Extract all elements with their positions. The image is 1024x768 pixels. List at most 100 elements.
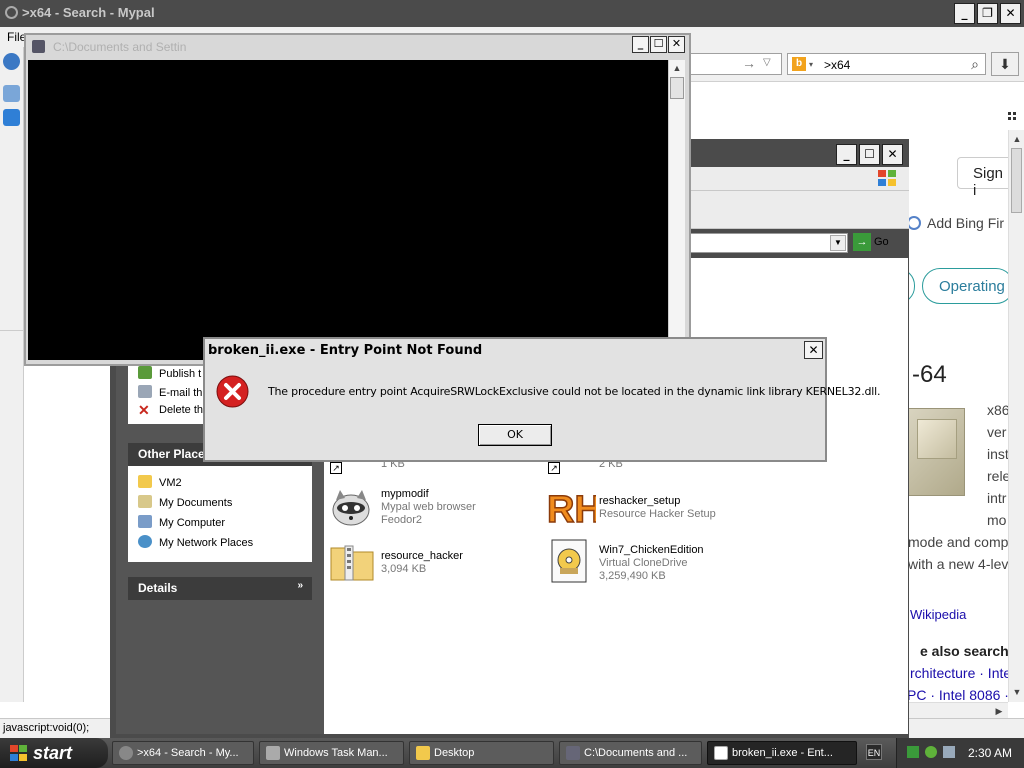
scroll-up-icon[interactable]: ▲ bbox=[1010, 132, 1024, 146]
search-input[interactable]: >x64 bbox=[824, 58, 850, 72]
taskbar-button-error-dialog[interactable]: broken_ii.exe - Ent... bbox=[707, 741, 857, 765]
other-places-box: VM2 My Documents My Computer My Network … bbox=[128, 466, 312, 562]
volume-tray-icon[interactable] bbox=[943, 746, 955, 758]
explorer-maximize-button[interactable]: ☐ bbox=[859, 144, 880, 165]
browser-restore-button[interactable]: ❐ bbox=[977, 3, 998, 24]
file-description: Virtual CloneDrive bbox=[599, 557, 688, 569]
task-delete[interactable]: ✕ Delete th bbox=[138, 402, 203, 418]
clock[interactable]: 2:30 AM bbox=[968, 746, 1012, 760]
console-output-area[interactable] bbox=[28, 60, 668, 360]
file-description: Mypal web browser bbox=[381, 501, 476, 513]
language-indicator[interactable]: EN bbox=[866, 744, 882, 760]
search-sidebar-icon[interactable] bbox=[3, 85, 20, 102]
browser-title-bar[interactable]: >x64 - Search - Mypal bbox=[0, 0, 1024, 27]
go-arrow-icon: → bbox=[853, 233, 871, 251]
apps-grid-icon[interactable] bbox=[1008, 112, 1020, 124]
file-name[interactable]: resource_hacker bbox=[381, 550, 463, 562]
resource-hacker-icon[interactable]: RH bbox=[546, 486, 602, 532]
browser-title-text: >x64 - Search - Mypal bbox=[22, 5, 155, 20]
search-icon[interactable]: ⌕ bbox=[971, 56, 979, 73]
network-icon bbox=[138, 535, 152, 548]
cpu-image[interactable] bbox=[908, 408, 965, 496]
file-name[interactable]: mypmodif bbox=[381, 488, 429, 500]
place-my-computer[interactable]: My Computer bbox=[138, 515, 225, 529]
ok-button[interactable]: OK bbox=[478, 424, 552, 446]
browser-vertical-scrollbar[interactable]: ▲ ▼ bbox=[1008, 130, 1024, 702]
file-size: 3,259,490 KB bbox=[599, 570, 666, 582]
error-message: The procedure entry point AcquireSRWLock… bbox=[268, 385, 881, 398]
browser-horizontal-scrollbar[interactable]: ▶ bbox=[908, 702, 1008, 718]
task-email[interactable]: E-mail th bbox=[138, 385, 202, 399]
task-manager-icon bbox=[266, 746, 280, 760]
browser-close-button[interactable]: ✕ bbox=[1000, 3, 1021, 24]
go-arrow-icon[interactable]: → bbox=[742, 55, 756, 71]
computer-icon bbox=[138, 515, 152, 528]
delete-icon: ✕ bbox=[138, 402, 150, 418]
console-vertical-scrollbar[interactable]: ▲ bbox=[668, 60, 685, 360]
go-button[interactable]: → Go bbox=[853, 233, 909, 253]
snippet-line: mode and comp bbox=[908, 534, 1009, 550]
disc-image-icon[interactable] bbox=[548, 538, 590, 583]
taskbar-button-browser[interactable]: >x64 - Search - My... bbox=[112, 741, 254, 765]
console-maximize-button[interactable]: ☐ bbox=[650, 36, 667, 53]
explorer-close-button[interactable]: ✕ bbox=[882, 144, 903, 165]
scroll-down-icon[interactable]: ▼ bbox=[1010, 685, 1024, 699]
snippet-line: x86 bbox=[987, 402, 1010, 418]
place-my-documents[interactable]: My Documents bbox=[138, 495, 232, 509]
related-links[interactable]: PC · Intel 8086 · bbox=[907, 687, 1009, 703]
scroll-thumb[interactable] bbox=[670, 77, 684, 99]
file-name[interactable]: Win7_ChickenEdition bbox=[599, 544, 704, 556]
chevron-down-icon[interactable]: ▽ bbox=[763, 57, 771, 68]
console-close-button[interactable]: ✕ bbox=[668, 36, 685, 53]
raccoon-app-icon[interactable] bbox=[330, 486, 372, 528]
back-icon[interactable] bbox=[3, 53, 20, 70]
taskbar-button-console[interactable]: C:\Documents and ... bbox=[559, 741, 702, 765]
sidebar-divider bbox=[0, 330, 24, 331]
add-bing-link[interactable]: Add Bing Fir bbox=[907, 215, 1004, 231]
snippet-line: ver bbox=[987, 424, 1007, 440]
engine-dropdown-icon[interactable]: ▾ bbox=[809, 60, 813, 69]
scroll-up-icon[interactable]: ▲ bbox=[670, 61, 684, 75]
network-tray-icon[interactable] bbox=[907, 746, 919, 758]
download-icon[interactable]: ⬇ bbox=[991, 52, 1019, 76]
browser-minimize-button[interactable]: _ bbox=[954, 3, 975, 24]
zip-folder-icon[interactable] bbox=[329, 540, 374, 582]
scroll-thumb[interactable] bbox=[1011, 148, 1022, 213]
wikipedia-link[interactable]: Wikipedia bbox=[910, 607, 966, 622]
add-bing-icon bbox=[907, 216, 921, 230]
filter-pill-operating[interactable]: Operating bbox=[922, 268, 1014, 304]
snippet-line: mo bbox=[987, 512, 1007, 528]
chevron-down-icon[interactable]: ▼ bbox=[830, 235, 846, 251]
console-icon bbox=[566, 746, 580, 760]
snippet-line: rele bbox=[987, 468, 1011, 484]
search-box[interactable]: b ▾ >x64 ⌕ bbox=[787, 53, 986, 75]
bing-sidebar-icon[interactable] bbox=[3, 109, 20, 126]
error-dialog-close-button[interactable]: ✕ bbox=[804, 341, 823, 359]
address-bar[interactable]: → ▽ bbox=[690, 53, 782, 75]
chevron-down-icon[interactable]: » bbox=[297, 580, 303, 591]
console-title-bar[interactable]: C:\Documents and Settin bbox=[26, 35, 689, 58]
file-name[interactable]: reshacker_setup bbox=[599, 495, 680, 507]
details-header[interactable]: Details» bbox=[128, 577, 312, 600]
svg-text:RH: RH bbox=[547, 489, 596, 528]
bing-icon[interactable]: b bbox=[792, 57, 806, 71]
file-size: 3,094 KB bbox=[381, 563, 427, 575]
explorer-address-bar[interactable]: ▼ bbox=[690, 233, 848, 253]
taskbar-button-task-manager[interactable]: Windows Task Man... bbox=[259, 741, 404, 765]
cpu-chip bbox=[917, 419, 957, 459]
place-vm2[interactable]: VM2 bbox=[138, 475, 182, 489]
taskbar-button-desktop[interactable]: Desktop bbox=[409, 741, 554, 765]
explorer-minimize-button[interactable]: _ bbox=[836, 144, 857, 165]
publish-icon bbox=[138, 366, 152, 379]
place-my-network[interactable]: My Network Places bbox=[138, 535, 253, 549]
scroll-right-icon[interactable]: ▶ bbox=[992, 704, 1006, 718]
console-minimize-button[interactable]: _ bbox=[632, 36, 649, 53]
related-links[interactable]: rchitecture · Inte bbox=[910, 665, 1011, 681]
documents-icon bbox=[138, 495, 152, 508]
console-title-text: C:\Documents and Settin bbox=[53, 40, 187, 54]
task-publish[interactable]: Publish t bbox=[138, 366, 201, 380]
security-tray-icon[interactable] bbox=[925, 746, 937, 758]
console-icon bbox=[32, 40, 45, 53]
error-dialog-title-bar[interactable]: broken_ii.exe - Entry Point Not Found bbox=[205, 339, 825, 362]
browser-icon bbox=[119, 746, 133, 760]
